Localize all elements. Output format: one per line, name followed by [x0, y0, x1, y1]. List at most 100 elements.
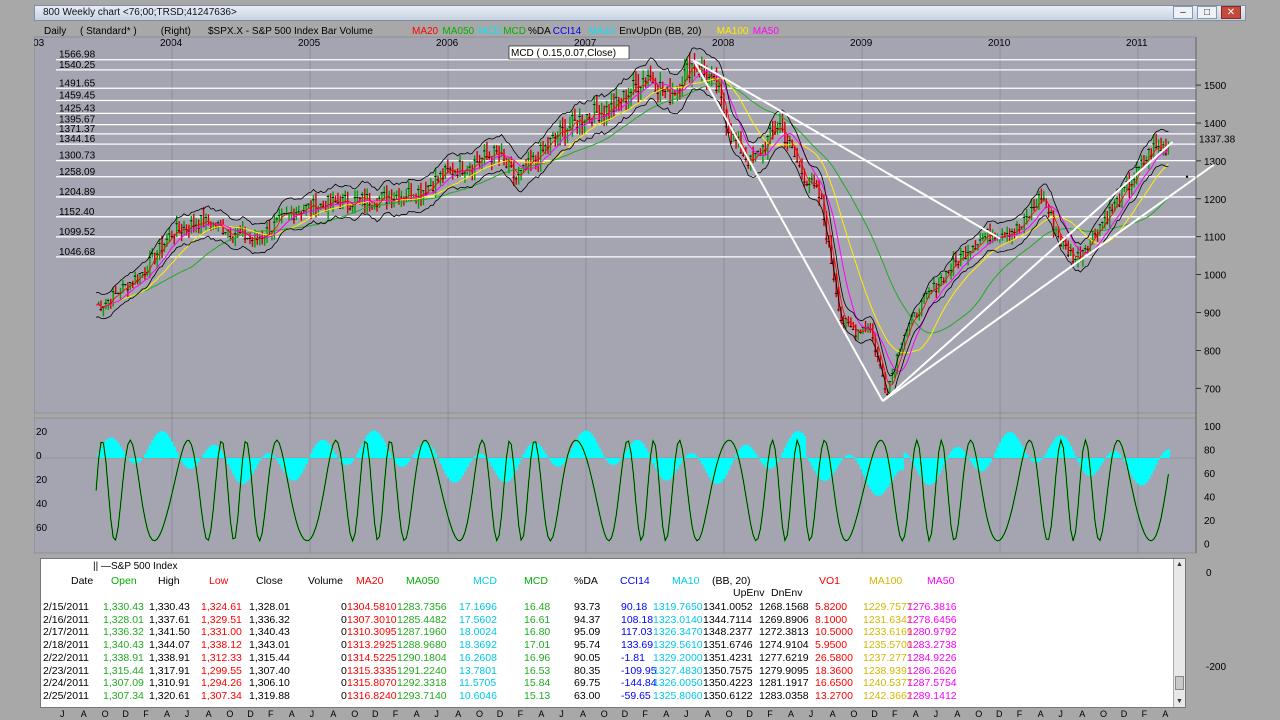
legend-item[interactable]: ( Standard* )	[80, 26, 137, 37]
mcd-histogram-bar	[969, 458, 973, 462]
month-axis-label: A	[954, 709, 960, 719]
mcd-histogram-bar	[290, 458, 294, 481]
mcd-histogram-bar	[849, 455, 853, 458]
mcd-histogram-bar	[297, 458, 301, 478]
mcd-histogram-bar	[805, 457, 809, 458]
legend-item[interactable]: MA100	[717, 26, 749, 37]
legend-item[interactable]: MA050	[442, 26, 474, 37]
scroll-down-icon[interactable]: ▼	[1174, 696, 1185, 707]
scroll-thumb[interactable]	[1175, 676, 1184, 690]
legend-item[interactable]: MCD	[478, 26, 501, 37]
legend-item[interactable]: %DA	[528, 26, 551, 37]
mcd-histogram-bar	[236, 458, 240, 482]
mcd-histogram-bar	[608, 458, 611, 464]
legend-item[interactable]: MA20	[412, 26, 439, 37]
mcd-histogram-bar	[903, 452, 907, 458]
panel-cell-dn: 1283.0358	[759, 689, 809, 702]
volume-right-tick: 0	[1206, 568, 1212, 579]
panel-header: MA50	[927, 575, 955, 587]
panel-cell-ma100: 1242.3662	[863, 689, 913, 702]
panel-scrollbar[interactable]: ▲ ▼	[1173, 559, 1185, 707]
mcd-histogram-bar	[175, 451, 179, 458]
minimize-button[interactable]: –	[1173, 6, 1193, 19]
mcd-histogram-bar	[700, 458, 704, 465]
panel-header: MA10	[672, 575, 700, 587]
data-window-panel[interactable]: || —S&P 500 Index Date Open High Low Close Vo…	[40, 558, 1186, 708]
panel-cell-vo1: 18.3600	[815, 664, 853, 677]
mcd-histogram-bar	[727, 458, 731, 471]
mcd-histogram-bar	[928, 458, 931, 486]
mcd-histogram-bar	[612, 458, 616, 465]
mcd-histogram-bar	[527, 445, 531, 458]
legend-item[interactable]: MA10	[589, 26, 616, 37]
mcd-histogram-bar	[561, 458, 565, 465]
month-axis-label: J	[684, 709, 689, 719]
panel-cell-mcd2: 16.53	[524, 664, 551, 677]
mcd-histogram-bar	[615, 458, 618, 464]
price-tick-label: 1200	[1204, 195, 1227, 206]
mcd-histogram-bar	[544, 453, 548, 458]
month-axis-label: D	[996, 709, 1003, 719]
panel-cell-up: 1348.2377	[703, 626, 753, 639]
mcd-histogram-bar	[434, 453, 438, 458]
maximize-button[interactable]: □	[1197, 6, 1217, 19]
mcd-histogram-bar	[119, 446, 123, 458]
mcd-histogram-bar	[151, 440, 154, 458]
scroll-up-icon[interactable]: ▲	[1174, 559, 1185, 570]
legend-item[interactable]: (Right)	[161, 26, 191, 37]
panel-cell-low: 1,299.55	[201, 664, 242, 677]
panel-cell-volume: 0	[341, 626, 347, 639]
mcd-histogram-bar	[1067, 441, 1070, 458]
mcd-histogram-bar	[117, 443, 120, 458]
mcd-histogram-bar	[1164, 450, 1168, 458]
panel-cell-ma050: 1292.3318	[397, 677, 447, 690]
mcd-histogram-bar	[1047, 448, 1051, 458]
panel-cell-mcd1: 11.5705	[459, 677, 497, 690]
legend-item[interactable]: $SPX.X - S&P 500 Index Bar Volume	[208, 26, 373, 37]
mcd-histogram-bar	[783, 447, 787, 458]
legend-item[interactable]: EnvUpDn (BB, 20)	[619, 26, 701, 37]
mcd-histogram-bar	[153, 436, 157, 458]
mcd-histogram-bar	[993, 452, 997, 458]
mcd-histogram-bar	[825, 458, 829, 481]
panel-cell-ma20: 1316.8240	[347, 689, 397, 702]
mcd-histogram-bar	[676, 458, 680, 469]
panel-cell-volume: 0	[341, 677, 347, 690]
legend-item[interactable]: Daily	[44, 26, 66, 37]
window-titlebar[interactable]: 800 Weekly chart <76;00;TRSD;41247636> –…	[34, 5, 1246, 21]
last-price-label: 1337.38	[1199, 135, 1236, 146]
mcd-histogram-bar	[234, 458, 237, 479]
mcd-histogram-bar	[1025, 454, 1029, 458]
mcd-histogram-bar	[1074, 456, 1078, 458]
mcd-histogram-bar	[449, 458, 452, 481]
mcd-histogram-bar	[522, 454, 526, 458]
oscillator-right-tick: 0	[1204, 540, 1210, 551]
panel-header: MA20	[356, 575, 384, 587]
mcd-histogram-bar	[400, 458, 404, 467]
price-tick-label: 700	[1204, 384, 1221, 395]
legend-item[interactable]: MCD	[503, 26, 526, 37]
panel-cell-cci: 108.18	[621, 613, 654, 626]
mcd-histogram-bar	[1050, 444, 1053, 458]
mcd-histogram-bar	[261, 457, 264, 458]
mcd-histogram-bar	[495, 458, 499, 475]
mcd-histogram-bar	[708, 458, 711, 478]
panel-cell-date: 2/16/2011	[43, 613, 89, 626]
panel-cell-pda: 63.00	[574, 689, 601, 702]
mcd-histogram-bar	[498, 458, 501, 479]
panel-cell-ma050: 1283.7356	[397, 601, 447, 613]
panel-cell-mcd2: 17.01	[524, 639, 551, 652]
price-tick-label: 800	[1204, 346, 1221, 357]
panel-cell-date: 2/15/2011	[43, 601, 89, 613]
month-axis-label: F	[892, 709, 898, 719]
panel-cell-up: 1350.7575	[703, 664, 753, 677]
panel-cell-volume: 0	[341, 689, 347, 702]
legend-item[interactable]: CCI14	[553, 26, 582, 37]
close-button[interactable]: ✕	[1221, 6, 1241, 19]
panel-cell-cci: 90.18	[621, 601, 648, 613]
mcd-histogram-bar	[1103, 458, 1107, 459]
legend-item[interactable]: MA50	[753, 26, 780, 37]
mcd-histogram-bar	[932, 458, 936, 483]
mcd-histogram-bar	[981, 458, 985, 471]
mcd-histogram-bar	[380, 437, 384, 458]
